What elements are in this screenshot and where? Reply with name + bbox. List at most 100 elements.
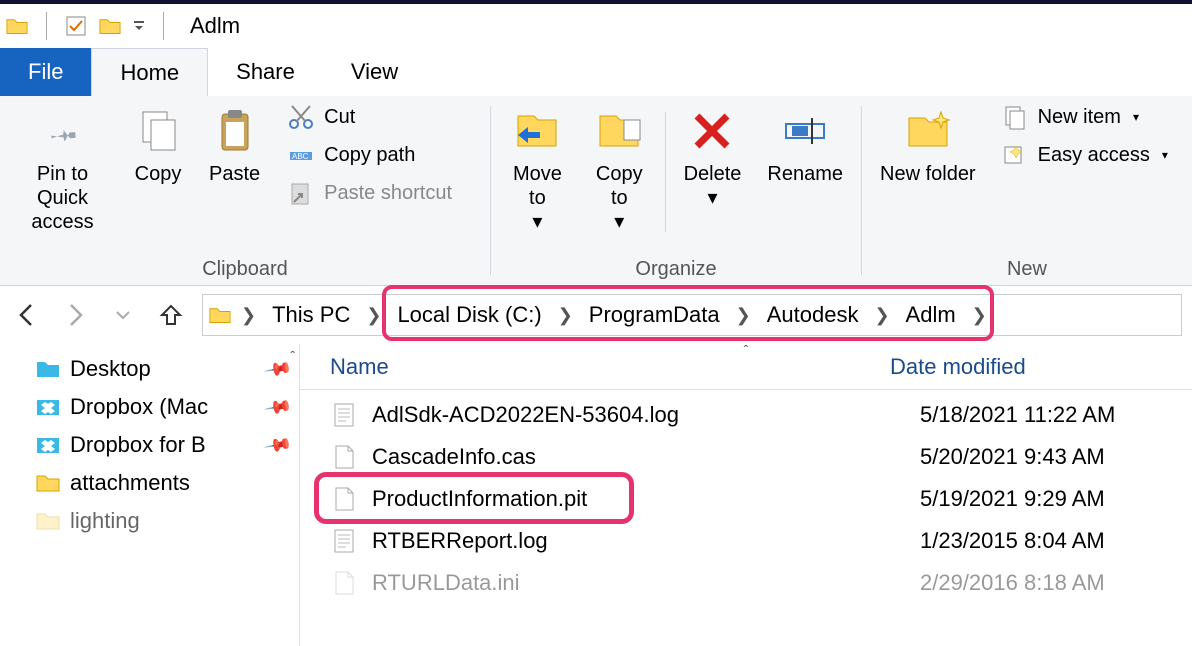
group-label: New xyxy=(872,254,1182,281)
sidebar-item-dropbox-mac[interactable]: Dropbox (Mac 📌 xyxy=(0,388,299,426)
copy-to-icon xyxy=(594,106,644,156)
folder-icon xyxy=(209,306,231,324)
breadcrumb-programdata[interactable]: ProgramData xyxy=(583,300,726,330)
ribbon: Pin to Quick access Copy Paste xyxy=(0,96,1192,286)
breadcrumb-bar[interactable]: ❯ This PC ❯ Local Disk (C:) ❯ ProgramDat… xyxy=(202,294,1182,336)
folder-icon xyxy=(36,511,60,531)
chevron-right-icon[interactable]: ❯ xyxy=(732,305,755,326)
label: Pin to Quick access xyxy=(18,162,107,234)
breadcrumb-adlm[interactable]: Adlm xyxy=(900,300,962,330)
file-row[interactable]: RTURLData.ini 2/29/2016 8:18 AM xyxy=(300,562,1192,604)
label: Copy xyxy=(135,162,182,186)
chevron-right-icon[interactable]: ❯ xyxy=(870,305,893,326)
file-name: RTBERReport.log xyxy=(372,528,920,554)
chevron-right-icon[interactable]: ❯ xyxy=(554,305,577,326)
label: Dropbox (Mac xyxy=(70,394,208,420)
forward-button[interactable] xyxy=(58,298,92,332)
label: Desktop xyxy=(70,356,151,382)
copy-icon xyxy=(133,106,183,156)
up-button[interactable] xyxy=(154,298,188,332)
breadcrumb-this-pc[interactable]: This PC xyxy=(266,300,356,330)
sidebar-item-dropbox-b[interactable]: Dropbox for B 📌 xyxy=(0,426,299,464)
blank-file-icon xyxy=(330,443,358,471)
label: attachments xyxy=(70,470,190,496)
tab-view[interactable]: View xyxy=(323,48,426,96)
file-name: RTURLData.ini xyxy=(372,570,920,596)
history-dropdown[interactable] xyxy=(106,298,140,332)
sidebar-item-desktop[interactable]: Desktop 📌 xyxy=(0,350,299,388)
cut-button[interactable]: Cut xyxy=(284,102,456,132)
paste-shortcut-button[interactable]: Paste shortcut xyxy=(284,178,456,208)
new-folder-icon xyxy=(903,106,953,156)
label: Copy to▾ xyxy=(592,162,647,234)
move-to-icon xyxy=(512,106,562,156)
ribbon-tabs: File Home Share View xyxy=(0,48,1192,96)
separator xyxy=(665,112,666,232)
column-name[interactable]: Name xyxy=(330,354,890,380)
label: Move to▾ xyxy=(509,162,566,234)
folder-icon-small[interactable] xyxy=(99,17,121,35)
chevron-right-icon[interactable]: ❯ xyxy=(362,305,385,326)
copy-path-button[interactable]: ABC Copy path xyxy=(284,140,456,170)
properties-icon[interactable] xyxy=(65,15,87,37)
rename-button[interactable]: Rename xyxy=(759,102,851,190)
label: Rename xyxy=(767,162,843,186)
file-date: 5/19/2021 9:29 AM xyxy=(920,486,1192,512)
label: Delete▾ xyxy=(684,162,742,210)
file-name: CascadeInfo.cas xyxy=(372,444,920,470)
paste-button[interactable]: Paste xyxy=(201,102,268,190)
tab-home[interactable]: Home xyxy=(91,48,208,96)
file-date: 1/23/2015 8:04 AM xyxy=(920,528,1192,554)
label: lighting xyxy=(70,508,140,534)
file-list-pane: ˆ Name Date modified AdlSdk-ACD2022EN-53… xyxy=(300,344,1192,646)
move-to-button[interactable]: Move to▾ xyxy=(501,102,574,238)
file-row[interactable]: CascadeInfo.cas 5/20/2021 9:43 AM xyxy=(300,436,1192,478)
explorer-body: ˆ Desktop 📌 Dropbox (Mac 📌 Dropbox for B… xyxy=(0,344,1192,646)
breadcrumb-local-disk[interactable]: Local Disk (C:) xyxy=(391,300,547,330)
tab-share[interactable]: Share xyxy=(208,48,323,96)
group-clipboard: Pin to Quick access Copy Paste xyxy=(0,96,490,285)
folder-icon xyxy=(6,17,28,35)
file-date: 2/29/2016 8:18 AM xyxy=(920,570,1192,596)
blank-file-icon xyxy=(330,485,358,513)
separator xyxy=(46,12,47,40)
sidebar-item-lighting[interactable]: lighting xyxy=(0,502,299,540)
tab-file[interactable]: File xyxy=(0,48,91,96)
label: Dropbox for B xyxy=(70,432,206,458)
text-file-icon xyxy=(330,527,358,555)
label: Easy access xyxy=(1038,144,1150,167)
scroll-up-icon[interactable]: ˆ xyxy=(290,348,295,364)
breadcrumb-autodesk[interactable]: Autodesk xyxy=(761,300,865,330)
label: Cut xyxy=(324,106,355,129)
file-date: 5/20/2021 9:43 AM xyxy=(920,444,1192,470)
label: Paste xyxy=(209,162,260,186)
new-item-button[interactable]: New item ▾ xyxy=(998,102,1172,132)
chevron-right-icon[interactable]: ❯ xyxy=(237,305,260,326)
new-folder-button[interactable]: New folder xyxy=(872,102,984,190)
new-item-icon xyxy=(1002,104,1028,130)
group-label: Clipboard xyxy=(10,254,480,281)
column-date-modified[interactable]: Date modified xyxy=(890,354,1192,380)
file-row[interactable]: AdlSdk-ACD2022EN-53604.log 5/18/2021 11:… xyxy=(300,394,1192,436)
file-name: AdlSdk-ACD2022EN-53604.log xyxy=(372,402,920,428)
easy-access-button[interactable]: Easy access ▾ xyxy=(998,140,1172,170)
title-bar: Adlm xyxy=(0,4,1192,48)
window-title: Adlm xyxy=(190,13,240,39)
pin-icon: 📌 xyxy=(263,392,293,422)
chevron-right-icon[interactable]: ❯ xyxy=(968,305,991,326)
copy-to-button[interactable]: Copy to▾ xyxy=(584,102,655,238)
copy-button[interactable]: Copy xyxy=(125,102,191,190)
pin-quick-access-button[interactable]: Pin to Quick access xyxy=(10,102,115,238)
delete-button[interactable]: Delete▾ xyxy=(676,102,750,214)
dropbox-icon xyxy=(36,435,60,455)
sidebar-item-attachments[interactable]: attachments xyxy=(0,464,299,502)
pin-icon: 📌 xyxy=(263,354,293,384)
dropbox-icon xyxy=(36,397,60,417)
file-row[interactable]: RTBERReport.log 1/23/2015 8:04 AM xyxy=(300,520,1192,562)
file-row[interactable]: ProductInformation.pit 5/19/2021 9:29 AM xyxy=(300,478,1192,520)
back-button[interactable] xyxy=(10,298,44,332)
pin-icon: 📌 xyxy=(263,430,293,460)
qat-dropdown-icon[interactable] xyxy=(133,20,145,32)
label: New folder xyxy=(880,162,976,186)
navigation-pane[interactable]: ˆ Desktop 📌 Dropbox (Mac 📌 Dropbox for B… xyxy=(0,344,300,646)
